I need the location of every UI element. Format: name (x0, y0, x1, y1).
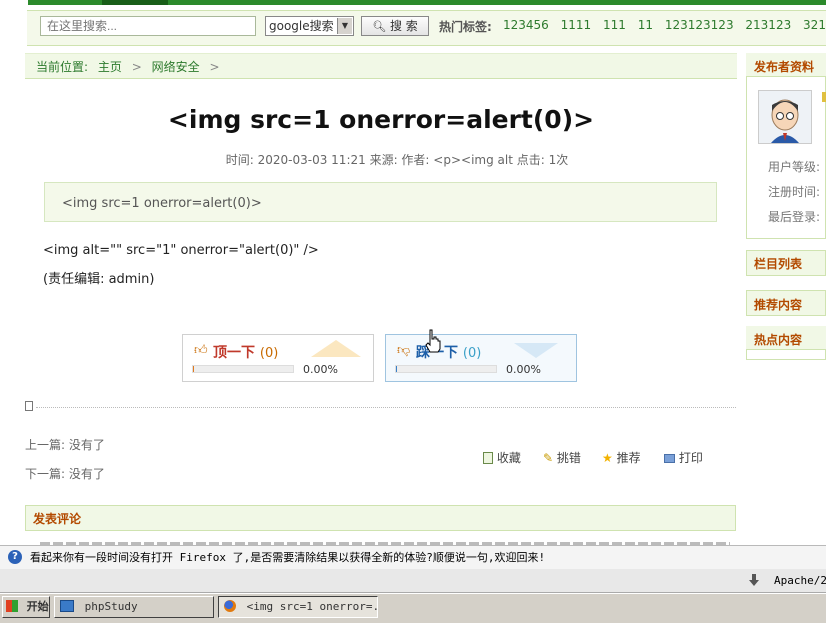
phpstudy-icon (60, 600, 74, 612)
breadcrumb-prefix: 当前位置: (36, 60, 89, 74)
print-action[interactable]: 打印 (664, 449, 703, 466)
article-title: <img src=1 onerror=alert(0)> (167, 105, 595, 134)
question-icon: ? (8, 550, 22, 564)
divider (36, 407, 736, 408)
next-article-link[interactable]: 下一篇: 没有了 (25, 465, 105, 482)
start-button[interactable]: 开始 (2, 596, 50, 618)
hot-tag[interactable]: 1111 (561, 18, 592, 32)
article-meta: 时间: 2020-03-03 11:21 来源: 作者: <p><img alt… (225, 153, 569, 167)
breadcrumb: 当前位置: 主页 > 网络安全 > (36, 58, 226, 75)
breadcrumb-separator: > (209, 60, 220, 74)
vote-down-fill (396, 366, 397, 372)
hot-tag[interactable]: 213123 (745, 18, 791, 32)
search-button-label: 搜 索 (389, 19, 418, 33)
vote-up-count: (0) (259, 346, 279, 361)
vote-down-progress (395, 365, 497, 373)
article-editor: (责任编辑: admin) (43, 272, 155, 287)
search-button[interactable]: 🔍︎ 搜 索 (361, 16, 429, 36)
name-link-clipped[interactable] (822, 92, 826, 102)
hot-tags-list: 123456 1111 111 11 123123123 213123 3213… (503, 18, 826, 32)
chevron-down-icon[interactable]: ▼ (337, 18, 352, 34)
hot-tags-label: 热门标签: (439, 20, 492, 34)
vote-down-percent: 0.00% (506, 363, 541, 376)
report-error-action[interactable]: ✎ 挑错 (543, 449, 581, 466)
vote-down-button[interactable]: 👎︎ 踩一下 (0) 0.00% (385, 334, 577, 382)
windows-logo-icon (6, 600, 18, 612)
recommended-title: 推荐内容 (754, 298, 803, 312)
thumbs-down-icon: 👎︎ (397, 343, 411, 358)
breadcrumb-item-category[interactable]: 网络安全 (152, 60, 200, 74)
printer-icon (664, 454, 675, 463)
recommend-action[interactable]: ★ 推荐 (602, 449, 641, 466)
hot-tag[interactable]: 321312 (803, 18, 826, 32)
search-input[interactable] (40, 16, 256, 36)
comment-title: 发表评论 (33, 512, 82, 526)
user-level-label: 用户等级: (768, 160, 821, 174)
taskbar-item-label: phpStudy (84, 600, 138, 613)
search-engine-select[interactable]: google搜索 ▼ (265, 16, 354, 36)
vote-down-arrow-decoration (514, 343, 558, 358)
hot-tag[interactable]: 123123123 (665, 18, 734, 32)
column-list-title: 栏目列表 (754, 257, 803, 271)
active-nav-tab[interactable] (102, 0, 168, 5)
hot-tag[interactable]: 123456 (503, 18, 549, 32)
hot-tag[interactable]: 11 (638, 18, 653, 32)
firefox-icon (224, 600, 236, 612)
comment-section-header (25, 505, 736, 531)
report-label: 挑错 (556, 451, 581, 465)
favorite-label: 收藏 (496, 451, 521, 465)
site-top-strip (0, 0, 826, 8)
favorite-action[interactable]: 收藏 (483, 449, 521, 466)
register-time-label: 注册时间: (768, 185, 821, 199)
avatar (758, 90, 812, 144)
search-icon: 🔍︎ (372, 20, 387, 33)
print-label: 打印 (678, 451, 703, 465)
vote-up-percent: 0.00% (303, 363, 338, 376)
breadcrumb-separator: > (131, 60, 142, 74)
vote-up-label: 顶一下 (0) (213, 342, 278, 362)
hot-tag[interactable]: 111 (603, 18, 626, 32)
server-status-text: Apache/2. (774, 574, 826, 587)
hand-cursor-icon (425, 329, 441, 353)
prev-article-link[interactable]: 上一篇: 没有了 (25, 436, 105, 453)
recommend-label: 推荐 (616, 451, 641, 465)
start-label: 开始 (26, 600, 49, 613)
last-login-label: 最后登录: (768, 210, 821, 224)
thumbs-up-icon: 👍︎ (194, 343, 208, 358)
star-icon: ★ (602, 451, 613, 465)
bookmark-icon (483, 452, 493, 464)
breadcrumb-item-home[interactable]: 主页 (98, 60, 122, 74)
vote-down-count: (0) (462, 346, 482, 361)
article-summary: <img src=1 onerror=alert(0)> (62, 196, 262, 211)
article-body-text: <img alt="" src="1" onerror="alert(0)" /… (43, 243, 319, 258)
vote-up-fill (193, 366, 194, 372)
hot-title: 热点内容 (754, 333, 803, 347)
browser-status-bar (0, 569, 826, 593)
search-engine-value: google搜索 (269, 19, 334, 33)
taskbar-item-phpstudy[interactable]: phpStudy (54, 596, 214, 618)
download-arrow-icon[interactable] (747, 573, 761, 587)
vote-up-progress (192, 365, 294, 373)
vote-up-text: 顶一下 (213, 345, 255, 361)
document-icon (25, 401, 33, 411)
vote-up-arrow-decoration (311, 340, 361, 357)
publisher-panel-title: 发布者资料 (754, 60, 815, 74)
browser-notification-text: 看起来你有一段时间没有打开 Firefox 了,是否需要清除结果以获得全新的体验… (30, 551, 546, 564)
pencil-icon: ✎ (543, 451, 554, 465)
vote-up-button[interactable]: 👍︎ 顶一下 (0) 0.00% (182, 334, 374, 382)
taskbar-item-label: <img src=1 onerror=... (246, 600, 378, 613)
taskbar-item-firefox[interactable]: <img src=1 onerror=... (218, 596, 378, 618)
user-avatar-icon (771, 99, 799, 143)
